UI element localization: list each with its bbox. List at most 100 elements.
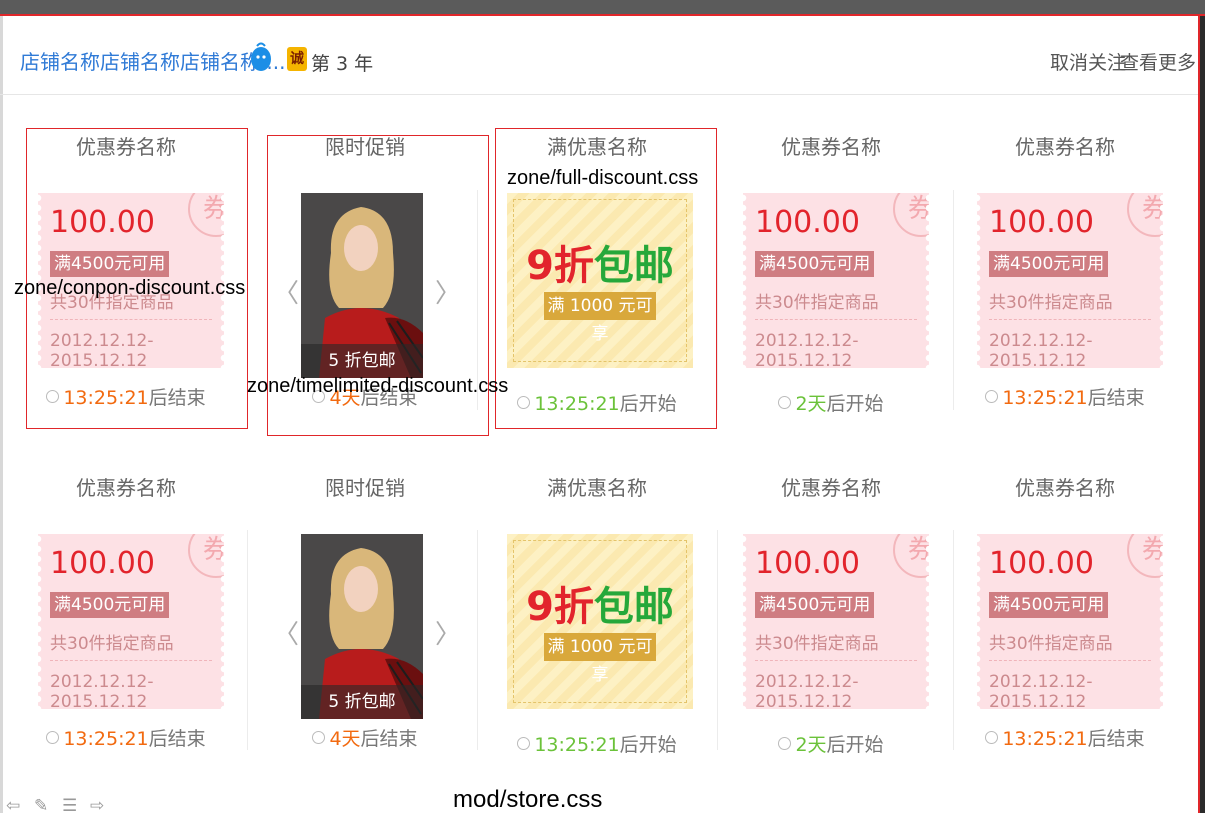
pen-icon[interactable]: ✎: [34, 796, 56, 816]
full-discount-condition: 满 1000 元可享: [544, 633, 656, 685]
annotation-store-css: mod/store.css: [453, 786, 603, 813]
view-more-link[interactable]: 查看更多: [1120, 48, 1196, 75]
coupon-condition: 满4500元可用: [755, 251, 875, 277]
coupon-condition: 满4500元可用: [989, 592, 1109, 618]
coupon-goods: 共30件指定商品: [755, 293, 879, 313]
store-header: 店铺名称店铺名称店铺名称 ... 诚 第 3 年 取消关注 查看更多: [0, 16, 1198, 95]
clock-icon: [312, 731, 326, 744]
coupon-ticket[interactable]: 券 100.00 满4500元可用 共30件指定商品 2012.12.12-20…: [743, 534, 929, 709]
promo-title: 限时促销: [325, 476, 405, 500]
coupon-title: 优惠券名称: [781, 476, 881, 500]
coupon-seal-icon: 券: [893, 534, 929, 578]
countdown-suffix: 后结束: [148, 728, 206, 750]
coupon-divider: [755, 319, 917, 320]
column-divider: [477, 530, 478, 750]
coupon-goods: 共30件指定商品: [989, 634, 1113, 654]
full-discount-card[interactable]: 满优惠名称 9折包邮 满 1000 元可享 13:25:21后开始: [497, 472, 697, 772]
coupon-card[interactable]: 优惠券名称 券 100.00 满4500元可用 共30件指定商品 2012.12…: [965, 472, 1165, 772]
coupon-title: 优惠券名称: [1015, 476, 1115, 500]
countdown-value: 2天: [795, 393, 827, 415]
clock-icon: [985, 731, 999, 744]
clock-icon: [985, 390, 999, 403]
column-divider: [953, 190, 954, 410]
product-image[interactable]: 5 折包邮: [301, 534, 423, 719]
back-arrow-icon[interactable]: ⇦: [6, 796, 28, 816]
countdown: 13:25:21后结束: [26, 724, 226, 751]
store-name-link[interactable]: 店铺名称店铺名称店铺名称 ...: [20, 46, 285, 75]
coupon-card[interactable]: 优惠券名称 券 100.00 满4500元可用 共30件指定商品 2012.12…: [26, 472, 226, 772]
coupon-date-range: 2012.12.12-2015.12.12: [755, 331, 859, 368]
bottom-toolbar: ⇦ ✎ ☰ ⇨: [6, 796, 118, 816]
coupon-seal-icon: 券: [893, 193, 929, 237]
coupon-title: 优惠券名称: [781, 135, 881, 159]
column-divider: [717, 190, 718, 410]
coupon-ticket[interactable]: 券 100.00 满4500元可用 共30件指定商品 2012.12.12-20…: [38, 534, 224, 709]
right-border-line: [1198, 16, 1200, 813]
clock-icon: [46, 731, 60, 744]
coupon-title: 优惠券名称: [1015, 135, 1115, 159]
countdown-suffix: 后结束: [1087, 728, 1145, 750]
coupon-amount: 100.00: [989, 546, 1094, 581]
coupon-condition: 满4500元可用: [50, 592, 170, 618]
coupon-amount: 100.00: [50, 546, 155, 581]
promo-caption: 5 折包邮: [301, 685, 423, 719]
coupon-condition: 满4500元可用: [989, 251, 1109, 277]
coupon-goods: 共30件指定商品: [989, 293, 1113, 313]
annotation-full-css: zone/full-discount.css: [507, 167, 699, 189]
clock-icon: [517, 737, 531, 750]
coupon-amount: 100.00: [755, 546, 860, 581]
annotation-coupon-css: zone/conpon-discount.css: [14, 277, 246, 299]
next-arrow-icon[interactable]: 〉: [435, 614, 461, 651]
store-years: 第 3 年: [311, 53, 374, 75]
coupon-card[interactable]: 优惠券名称 券 100.00 满4500元可用 共30件指定商品 2012.12…: [965, 131, 1165, 431]
coupon-ticket[interactable]: 券 100.00 满4500元可用 共30件指定商品 2012.12.12-20…: [977, 193, 1163, 368]
coupon-goods: 共30件指定商品: [755, 634, 879, 654]
countdown: 13:25:21后开始: [497, 730, 697, 757]
coupon-card[interactable]: 优惠券名称 券 100.00 满4500元可用 共30件指定商品 2012.12…: [731, 472, 931, 772]
coupon-amount: 100.00: [755, 205, 860, 240]
countdown-value: 13:25:21: [534, 734, 620, 756]
countdown: 13:25:21后结束: [965, 724, 1165, 751]
list-icon[interactable]: ☰: [62, 796, 84, 816]
coupon-ticket[interactable]: 券 100.00 满4500元可用 共30件指定商品 2012.12.12-20…: [743, 193, 929, 368]
coupon-amount: 100.00: [989, 205, 1094, 240]
coupon-card[interactable]: 优惠券名称 券 100.00 满4500元可用 共30件指定商品 2012.12…: [731, 131, 931, 431]
countdown-value: 13:25:21: [1002, 728, 1088, 750]
coupon-ticket[interactable]: 券 100.00 满4500元可用 共30件指定商品 2012.12.12-20…: [977, 534, 1163, 709]
countdown-value: 2天: [795, 734, 827, 756]
coupon-date-range: 2012.12.12-2015.12.12: [989, 331, 1093, 368]
coupon-divider: [989, 660, 1151, 661]
coupon-condition: 满4500元可用: [755, 592, 875, 618]
coupon-date-range: 2012.12.12-2015.12.12: [50, 672, 154, 709]
timelimited-promo-card[interactable]: 限时促销 〈 5 折包邮 〉 4天后结束: [265, 472, 465, 772]
column-divider: [247, 530, 248, 750]
countdown-suffix: 后结束: [360, 728, 418, 750]
countdown: 2天后开始: [731, 730, 931, 757]
clock-icon: [778, 737, 792, 750]
coupon-date-range: 2012.12.12-2015.12.12: [755, 672, 859, 709]
countdown: 2天后开始: [731, 389, 931, 416]
coupon-divider: [50, 660, 212, 661]
countdown-value: 13:25:21: [1002, 387, 1088, 409]
coupon-title: 优惠券名称: [76, 476, 176, 500]
coupon-seal-icon: 券: [1127, 534, 1163, 578]
countdown: 13:25:21后结束: [965, 383, 1165, 410]
countdown-value: 4天: [329, 728, 361, 750]
forward-arrow-icon[interactable]: ⇨: [90, 796, 112, 816]
left-frame: [0, 16, 3, 813]
unfollow-button[interactable]: 取消关注: [1050, 48, 1126, 75]
integrity-badge-icon: 诚: [287, 47, 307, 71]
countdown-suffix: 后开始: [619, 734, 677, 756]
full-discount-title: 满优惠名称: [547, 476, 647, 500]
prev-arrow-icon[interactable]: 〈: [273, 614, 299, 651]
countdown-suffix: 后结束: [1087, 387, 1145, 409]
full-discount-ticket[interactable]: 9折包邮 满 1000 元可享: [507, 534, 693, 709]
full-discount-headline: 9折包邮: [526, 584, 674, 630]
coupon-goods: 共30件指定商品: [50, 634, 174, 654]
coupon-divider: [989, 319, 1151, 320]
countdown-suffix: 后开始: [826, 393, 884, 415]
coupon-date-range: 2012.12.12-2015.12.12: [989, 672, 1093, 709]
wangwang-chat-icon[interactable]: [250, 42, 272, 72]
column-divider: [953, 530, 954, 750]
countdown-value: 13:25:21: [63, 728, 149, 750]
